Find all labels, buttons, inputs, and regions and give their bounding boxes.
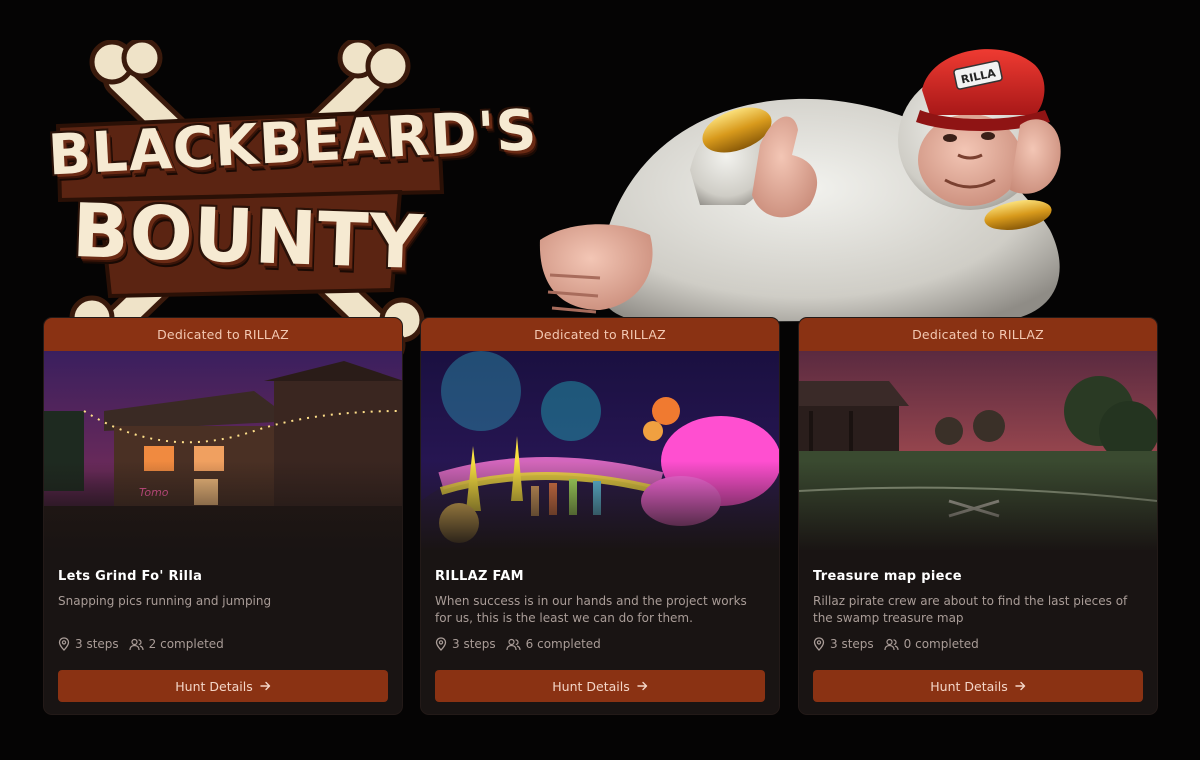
hunt-description: Rillaz pirate crew are about to find the…	[813, 594, 1128, 625]
hunt-details-label: Hunt Details	[552, 678, 630, 694]
hunt-details-button[interactable]: Hunt Details	[813, 670, 1143, 702]
completed-count: 0 completed	[884, 637, 979, 651]
hunt-title: Lets Grind Fo' Rilla	[58, 569, 203, 584]
hunt-card[interactable]: Dedicated to RILLAZ RILLAZ FAM When succ…	[421, 318, 779, 714]
arrow-right-icon	[637, 681, 647, 691]
hunt-title: RILLAZ FAM	[435, 569, 524, 584]
completed-count: 6 completed	[506, 637, 601, 651]
hunt-card-image	[799, 351, 1157, 551]
hunt-card-image	[421, 351, 779, 551]
completed-label: 6 completed	[525, 637, 601, 651]
map-pin-icon	[435, 637, 447, 651]
hunt-card[interactable]: Dedicated to RILLAZ Tomo	[44, 318, 402, 714]
steps-label: 3 steps	[452, 637, 496, 651]
blackbeards-bounty-logo: BLACKBEARD'S BOUNTY	[40, 40, 539, 360]
completed-count: 2 completed	[129, 637, 224, 651]
gorilla-mascot: RILLA	[530, 30, 1090, 340]
steps-label: 3 steps	[830, 637, 874, 651]
steps-count: 3 steps	[813, 637, 874, 651]
users-icon	[129, 638, 144, 650]
steps-label: 3 steps	[75, 637, 119, 651]
completed-label: 0 completed	[903, 637, 979, 651]
hunt-meta: 3 steps 2 completed	[58, 637, 388, 651]
hunt-description: When success is in our hands and the pro…	[435, 594, 747, 625]
hunt-details-button[interactable]: Hunt Details	[435, 670, 765, 702]
map-pin-icon	[58, 637, 70, 651]
steps-count: 3 steps	[435, 637, 496, 651]
hunt-meta: 3 steps 0 completed	[813, 637, 1143, 651]
steps-count: 3 steps	[58, 637, 119, 651]
hunt-card[interactable]: Dedicated to RILLAZ Treasure map piece R…	[799, 318, 1157, 714]
hunt-meta: 3 steps 6 completed	[435, 637, 765, 651]
hunt-card-image: Tomo	[44, 351, 402, 551]
dedicated-banner: Dedicated to RILLAZ	[44, 318, 402, 351]
hunt-title: Treasure map piece	[813, 569, 962, 584]
hunt-details-label: Hunt Details	[930, 678, 1008, 694]
hunt-details-button[interactable]: Hunt Details	[58, 670, 388, 702]
completed-label: 2 completed	[148, 637, 224, 651]
hunt-description: Snapping pics running and jumping	[58, 594, 272, 608]
users-icon	[506, 638, 521, 650]
arrow-right-icon	[1015, 681, 1025, 691]
hunt-details-label: Hunt Details	[175, 678, 253, 694]
users-icon	[884, 638, 899, 650]
dedicated-banner: Dedicated to RILLAZ	[421, 318, 779, 351]
logo-title-line2: BOUNTY	[70, 187, 426, 287]
dedicated-banner: Dedicated to RILLAZ	[799, 318, 1157, 351]
arrow-right-icon	[260, 681, 270, 691]
map-pin-icon	[813, 637, 825, 651]
